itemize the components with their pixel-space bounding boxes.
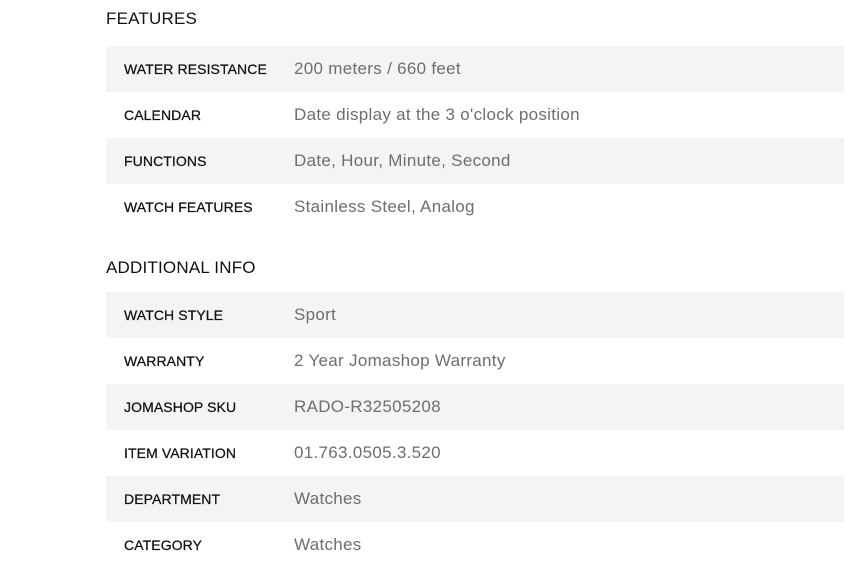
spec-label: WATCH FEATURES (124, 199, 253, 215)
spec-value: Watches (294, 535, 362, 554)
spec-row-warranty: WARRANTY 2 Year Jomashop Warranty (106, 338, 844, 384)
spec-label: WATER RESISTANCE (124, 61, 267, 77)
spec-value: 200 meters / 660 feet (294, 59, 461, 78)
spec-row-jomashop-sku: JOMASHOP SKU RADO-R32505208 (106, 384, 844, 430)
spec-label: WARRANTY (124, 353, 205, 369)
spec-row-category: CATEGORY Watches (106, 522, 844, 568)
spec-value: 01.763.0505.3.520 (294, 443, 441, 462)
spec-row-item-variation: ITEM VARIATION 01.763.0505.3.520 (106, 430, 844, 476)
spec-row-watch-features: WATCH FEATURES Stainless Steel, Analog (106, 184, 844, 230)
spec-row-calendar: CALENDAR Date display at the 3 o'clock p… (106, 92, 844, 138)
spec-value: Sport (294, 305, 337, 324)
additional-info-table: WATCH STYLE Sport WARRANTY 2 Year Jomash… (106, 292, 844, 568)
spec-label: JOMASHOP SKU (124, 399, 237, 415)
spec-label: CATEGORY (124, 537, 203, 553)
spec-row-department: DEPARTMENT Watches (106, 476, 844, 522)
spec-value: 2 Year Jomashop Warranty (294, 351, 506, 370)
spec-row-watch-style: WATCH STYLE Sport (106, 292, 844, 338)
spec-label: CALENDAR (124, 107, 202, 123)
spec-label: DEPARTMENT (124, 491, 221, 507)
additional-info-heading: ADDITIONAL INFO (106, 258, 256, 277)
product-specs: FEATURES WATER RESISTANCE 200 meters / 6… (106, 0, 844, 568)
spec-row-functions: FUNCTIONS Date, Hour, Minute, Second (106, 138, 844, 184)
spec-label: ITEM VARIATION (124, 445, 237, 461)
spec-label: FUNCTIONS (124, 153, 207, 169)
spec-row-water-resistance: WATER RESISTANCE 200 meters / 660 feet (106, 46, 844, 92)
spec-value: Date display at the 3 o'clock position (294, 105, 580, 124)
spec-label: WATCH STYLE (124, 307, 224, 323)
spec-value: Stainless Steel, Analog (294, 197, 475, 216)
features-heading: FEATURES (106, 9, 198, 28)
spec-value: Watches (294, 489, 362, 508)
spec-value: Date, Hour, Minute, Second (294, 151, 511, 170)
features-table: WATER RESISTANCE 200 meters / 660 feet C… (106, 46, 844, 230)
spec-value: RADO-R32505208 (294, 397, 441, 416)
